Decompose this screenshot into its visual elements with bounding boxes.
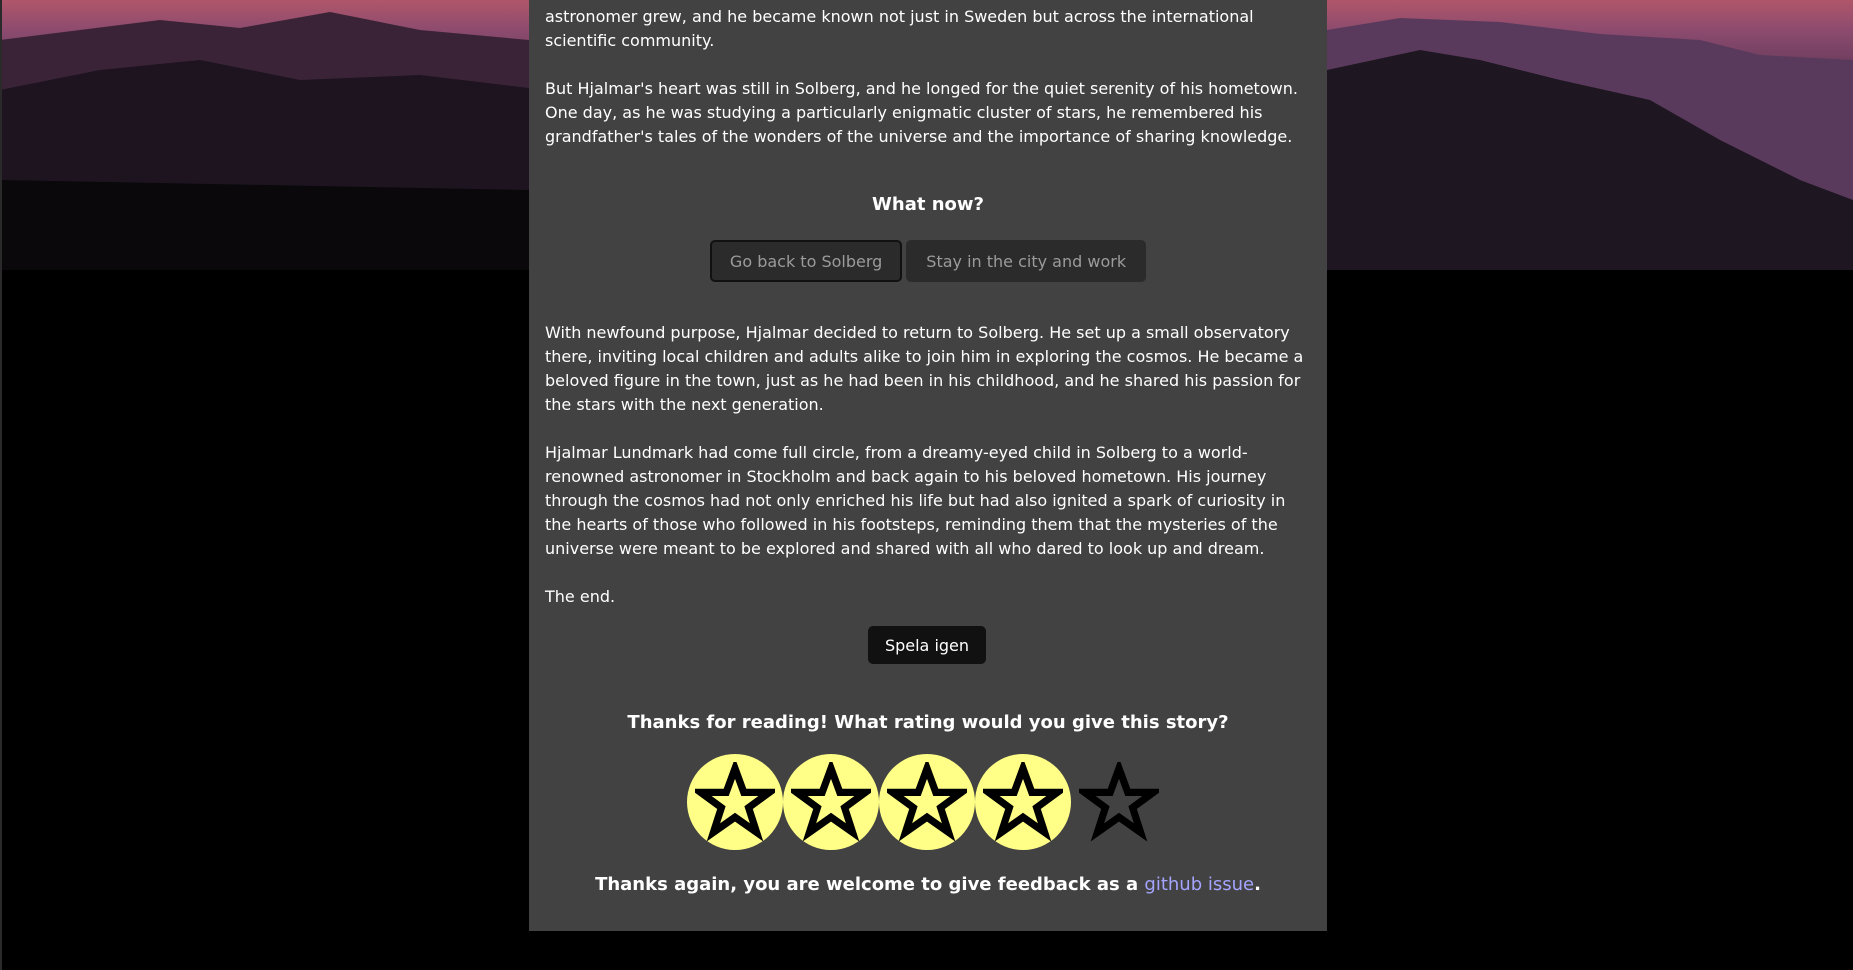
rating-prompt: Thanks for reading! What rating would yo… (627, 712, 1229, 733)
story-panel: astronomer grew, and he became known not… (529, 0, 1327, 931)
star-3-icon[interactable] (879, 754, 975, 850)
star-rating (687, 754, 1167, 852)
feedback-line: Thanks again, you are welcome to give fe… (529, 874, 1327, 895)
story-paragraph: Hjalmar Lundmark had come full circle, f… (545, 443, 1286, 558)
story-paragraph: But Hjalmar's heart was still in Solberg… (545, 79, 1298, 146)
feedback-text: Thanks again, you are welcome to give fe… (595, 874, 1145, 895)
choice-stay-button[interactable]: Stay in the city and work (906, 240, 1147, 282)
star-4-icon[interactable] (975, 754, 1071, 850)
feedback-suffix: . (1254, 874, 1261, 895)
window-edge (0, 0, 2, 970)
star-2-icon[interactable] (783, 754, 879, 850)
story-paragraph: With newfound purpose, Hjalmar decided t… (545, 323, 1304, 414)
star-5-icon[interactable] (1071, 754, 1167, 850)
story-paragraph: astronomer grew, and he became known not… (545, 7, 1254, 50)
choice-buttons: Go back to Solberg Stay in the city and … (529, 240, 1327, 282)
star-1-icon[interactable] (687, 754, 783, 850)
github-issue-link[interactable]: github issue (1144, 874, 1254, 895)
choice-prompt: What now? (872, 194, 984, 215)
play-again-button[interactable]: Spela igen (868, 626, 986, 664)
choice-go-back-button[interactable]: Go back to Solberg (709, 240, 903, 282)
story-ending: The end. (545, 587, 616, 606)
